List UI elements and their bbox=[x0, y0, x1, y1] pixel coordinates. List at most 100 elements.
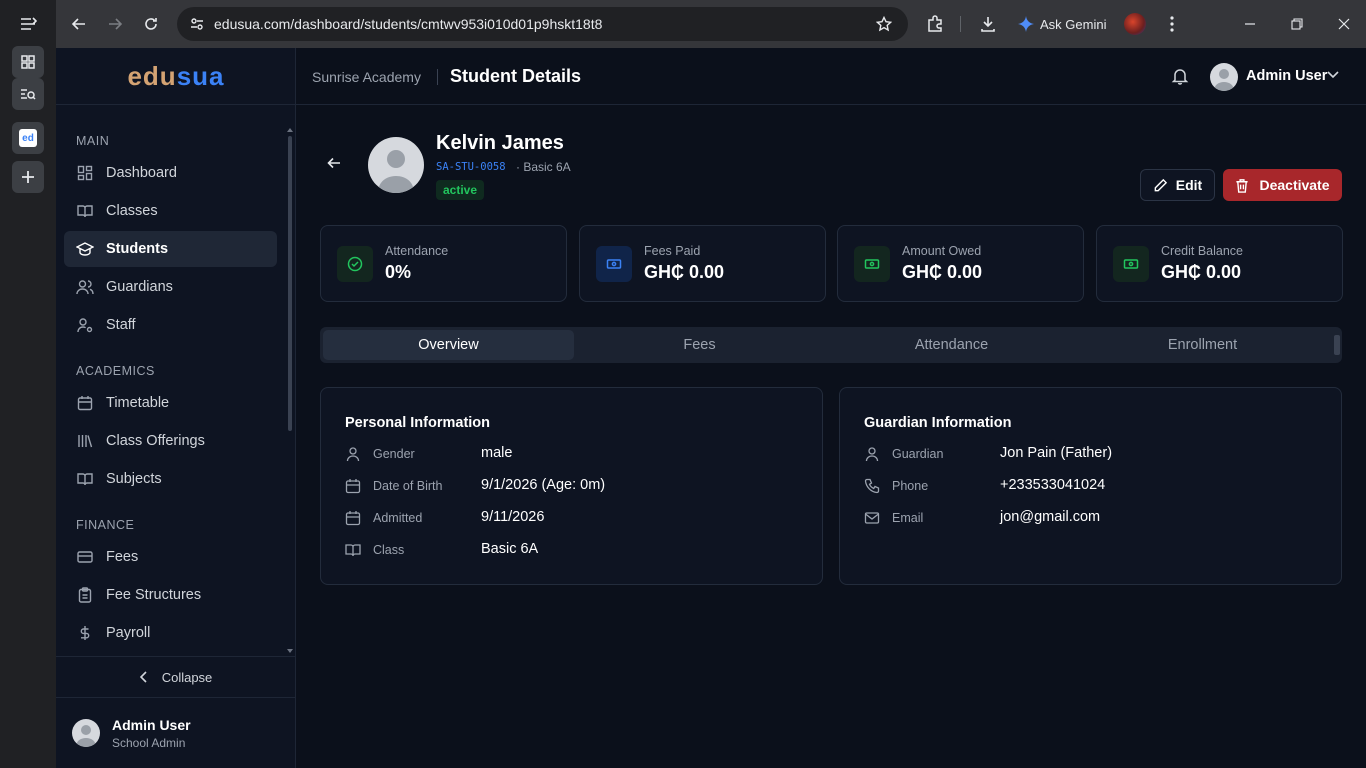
stat-value: GH₵ 0.00 bbox=[902, 262, 983, 282]
close-window-icon[interactable] bbox=[1332, 12, 1356, 36]
gemini-sparkle-icon bbox=[1018, 16, 1034, 32]
main-content: Kelvin James SA-STU-0058 · Basic 6A acti… bbox=[296, 105, 1366, 768]
browser-profile-avatar[interactable] bbox=[1124, 13, 1146, 35]
breadcrumb-school[interactable]: Sunrise Academy bbox=[312, 69, 421, 85]
book-open-icon bbox=[76, 470, 94, 488]
clipboard-list-icon bbox=[76, 586, 94, 604]
student-name: Kelvin James bbox=[436, 132, 564, 154]
brand-logo[interactable]: edu sua bbox=[56, 48, 296, 105]
status-badge: active bbox=[436, 180, 485, 200]
stat-value: GH₵ 0.00 bbox=[1161, 262, 1242, 282]
header-user-name[interactable]: Admin User bbox=[1246, 68, 1327, 84]
sidebar-item-label: Timetable bbox=[106, 395, 170, 411]
guardian-information-card: Guardian Information Guardian Jon Pain (… bbox=[839, 387, 1342, 585]
download-icon[interactable] bbox=[976, 12, 1000, 36]
phone-icon bbox=[864, 478, 880, 494]
new-tab-icon[interactable] bbox=[12, 161, 44, 193]
info-label: Guardian bbox=[892, 447, 944, 461]
sidebar-item-payroll[interactable]: Payroll bbox=[64, 615, 277, 651]
sidebar-item-students[interactable]: Students bbox=[64, 231, 277, 267]
tab-fees[interactable]: Fees bbox=[574, 330, 825, 360]
bookmark-star-icon[interactable] bbox=[876, 16, 892, 32]
chevron-down-icon[interactable] bbox=[1327, 71, 1339, 79]
dollar-sign-icon bbox=[76, 624, 94, 642]
avatar[interactable] bbox=[1210, 63, 1238, 91]
info-label: Phone bbox=[892, 479, 929, 493]
app-root: edu sua MAIN Dashboard Classes Students G… bbox=[56, 48, 1366, 768]
sidebar-item-dashboard[interactable]: Dashboard bbox=[64, 155, 277, 191]
book-open-icon bbox=[76, 202, 94, 220]
extensions-icon[interactable] bbox=[923, 12, 947, 36]
back-nav-icon[interactable] bbox=[67, 12, 91, 36]
stat-value: 0% bbox=[385, 262, 412, 282]
users-icon bbox=[76, 278, 94, 296]
sidebar-item-label: Fee Structures bbox=[106, 587, 202, 603]
site-settings-icon[interactable] bbox=[189, 16, 205, 32]
reload-icon[interactable] bbox=[139, 12, 163, 36]
section-label-main: MAIN bbox=[76, 134, 110, 148]
edit-label: Edit bbox=[1175, 177, 1203, 193]
sidebar-item-label: Guardians bbox=[106, 279, 173, 295]
back-arrow-icon[interactable] bbox=[326, 155, 342, 171]
stat-card-amount-owed: Amount Owed GH₵ 0.00 bbox=[837, 225, 1084, 302]
dashboard-icon bbox=[76, 164, 94, 182]
banknote-icon bbox=[854, 246, 890, 282]
sidebar-item-timetable[interactable]: Timetable bbox=[64, 385, 277, 421]
card-title: Guardian Information bbox=[864, 415, 1012, 431]
sidebar-item-label: Subjects bbox=[106, 471, 162, 487]
tab-search-icon[interactable] bbox=[12, 78, 44, 110]
info-label: Admitted bbox=[373, 511, 423, 525]
browser-menu-icon[interactable] bbox=[1160, 12, 1184, 36]
sidebar-user-card[interactable]: Admin User School Admin bbox=[56, 697, 296, 768]
edit-button[interactable]: Edit bbox=[1140, 169, 1215, 201]
address-bar[interactable]: edusua.com/dashboard/students/cmtwv953i0… bbox=[177, 7, 908, 41]
tab-list-icon[interactable] bbox=[12, 8, 44, 40]
page-title: Student Details bbox=[450, 66, 582, 86]
info-value: 9/11/2026 bbox=[481, 509, 545, 525]
deactivate-label: Deactivate bbox=[1259, 177, 1330, 193]
trash-icon bbox=[1236, 178, 1249, 193]
tab-groups-icon[interactable] bbox=[12, 46, 44, 78]
sidebar-item-label: Payroll bbox=[106, 625, 151, 641]
notifications-bell-icon[interactable] bbox=[1171, 67, 1189, 85]
tabs-scroll-thumb[interactable] bbox=[1334, 335, 1340, 355]
forward-nav-icon[interactable] bbox=[103, 12, 127, 36]
stat-card-attendance: Attendance 0% bbox=[320, 225, 567, 302]
stat-value: GH₵ 0.00 bbox=[644, 262, 725, 282]
sidebar-item-subjects[interactable]: Subjects bbox=[64, 461, 277, 497]
sidebar-item-staff[interactable]: Staff bbox=[64, 307, 277, 343]
banknote-icon bbox=[1113, 246, 1149, 282]
edusua-tab-favicon[interactable]: ed bbox=[12, 122, 44, 154]
sidebar-item-class-offerings[interactable]: Class Offerings bbox=[64, 423, 277, 459]
restore-icon[interactable] bbox=[1285, 12, 1309, 36]
stat-label: Attendance bbox=[385, 244, 449, 258]
library-icon bbox=[76, 432, 94, 450]
ask-gemini-label: Ask Gemini bbox=[1040, 16, 1107, 32]
credit-card-icon bbox=[76, 548, 94, 566]
sidebar-item-fee-structures[interactable]: Fee Structures bbox=[64, 577, 277, 613]
tab-overview[interactable]: Overview bbox=[323, 330, 574, 360]
sidebar-scroll-thumb[interactable] bbox=[288, 136, 292, 431]
book-open-icon bbox=[345, 544, 361, 557]
calendar-icon bbox=[345, 511, 361, 526]
info-value: Jon Pain (Father) bbox=[1000, 445, 1113, 461]
sidebar-item-label: Classes bbox=[106, 203, 158, 219]
tab-enrollment[interactable]: Enrollment bbox=[1077, 330, 1328, 360]
user-avatar-icon bbox=[378, 150, 414, 193]
user-avatar-icon bbox=[1214, 69, 1234, 91]
pencil-icon bbox=[1154, 178, 1167, 191]
edusua-favicon-icon: ed bbox=[19, 129, 37, 147]
tab-attendance[interactable]: Attendance bbox=[826, 330, 1077, 360]
chevron-left-icon bbox=[139, 671, 147, 683]
sidebar-item-classes[interactable]: Classes bbox=[64, 193, 277, 229]
info-value: +233533041024 bbox=[1000, 477, 1106, 493]
personal-information-card: Personal Information Gender male Date of… bbox=[320, 387, 823, 585]
ask-gemini-button[interactable]: Ask Gemini bbox=[1018, 12, 1106, 36]
deactivate-button[interactable]: Deactivate bbox=[1223, 169, 1342, 201]
sidebar-item-fees[interactable]: Fees bbox=[64, 539, 277, 575]
collapse-button[interactable]: Collapse bbox=[56, 656, 296, 697]
minimize-icon[interactable] bbox=[1238, 12, 1262, 36]
card-title: Personal Information bbox=[345, 415, 491, 431]
user-cog-icon bbox=[76, 316, 94, 334]
sidebar-item-guardians[interactable]: Guardians bbox=[64, 269, 277, 305]
